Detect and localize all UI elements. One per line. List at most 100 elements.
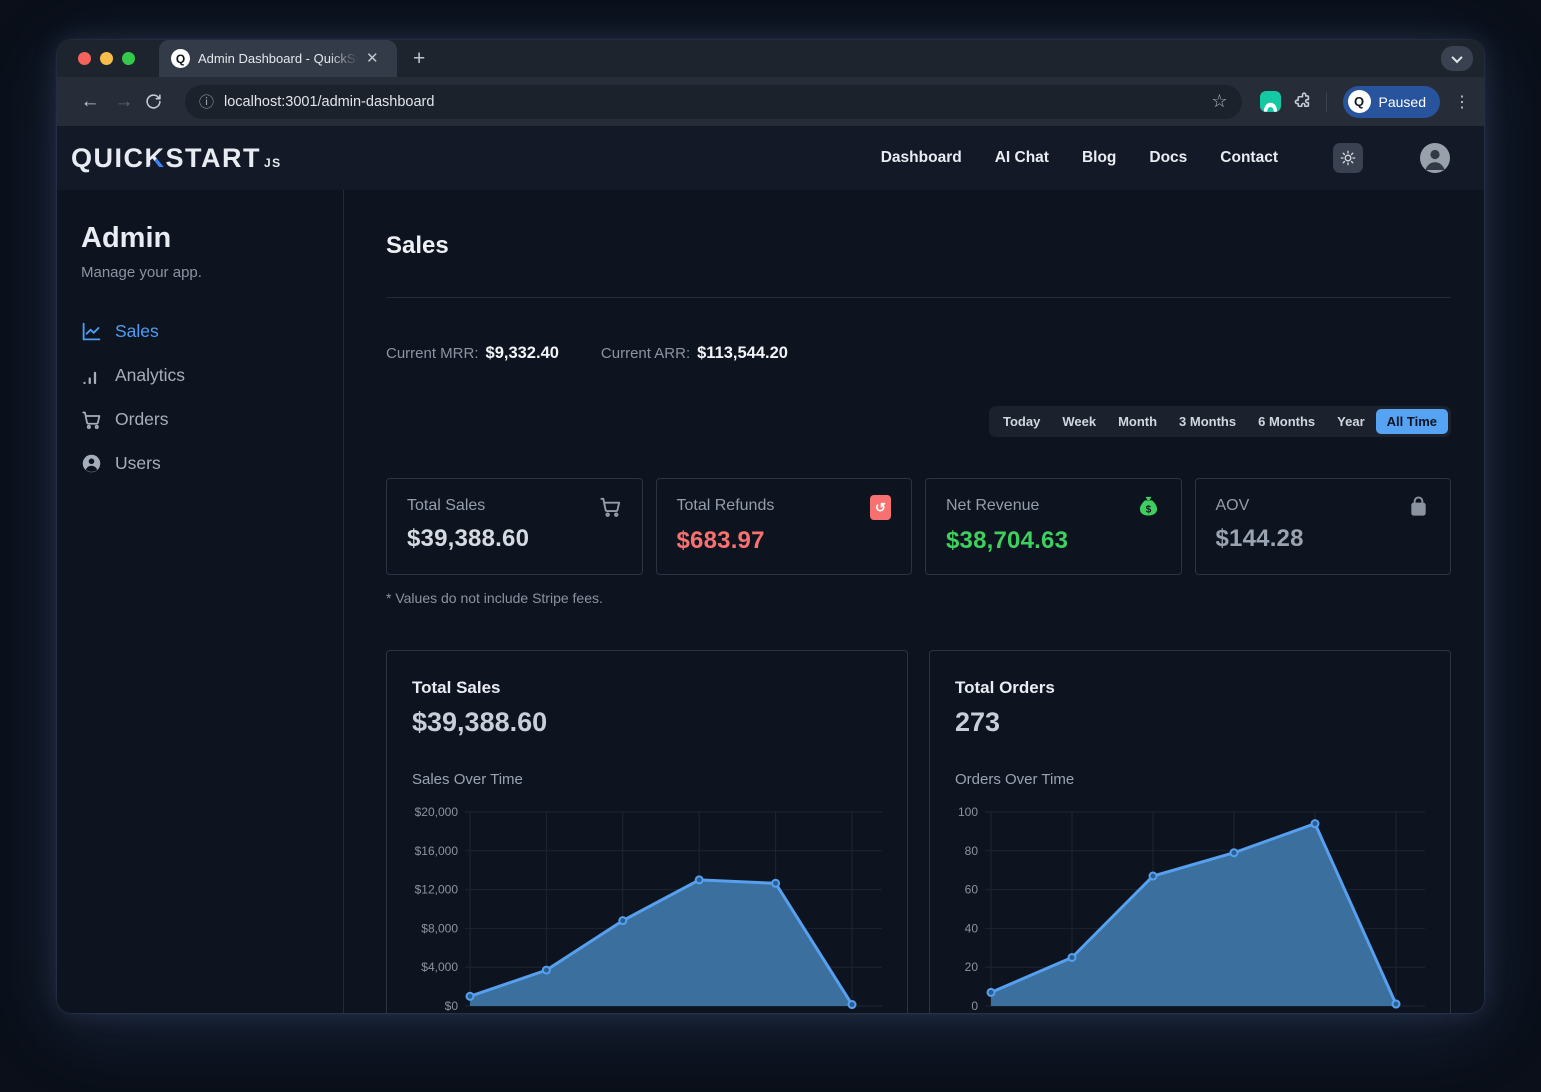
fullscreen-window-button[interactable] [122,52,135,65]
sidebar-item-analytics[interactable]: Analytics [81,365,343,386]
shopping-cart-icon [82,411,101,429]
range-tab-3-months[interactable]: 3 Months [1168,409,1247,434]
svg-text:100: 100 [958,805,978,819]
page-title: Sales [386,232,449,259]
nav-link-blog[interactable]: Blog [1082,149,1116,167]
sidebar-item-label: Sales [115,321,159,341]
arr-value: $113,544.20 [697,344,788,362]
main-content: Sales Current MRR: $9,332.40 Current ARR… [344,190,1484,1013]
nav-link-contact[interactable]: Contact [1220,149,1278,167]
sidebar-item-sales[interactable]: Sales [81,321,343,342]
url-bar[interactable]: ⓘ localhost:3001/admin-dashboard ☆ [185,84,1242,119]
top-nav: Dashboard AI Chat Blog Docs Contact [881,143,1450,173]
reload-button[interactable] [145,93,171,110]
sales-over-time-chart: $0 $4,000 $8,000 $12,000 $16,000 $20,000 [415,805,882,1013]
arr-metric: Current ARR: $113,544.20 [601,344,788,363]
forward-button[interactable]: → [111,91,137,113]
stat-label: AOV [1215,497,1250,514]
stat-value: $38,704.63 [946,527,1069,554]
shopping-bag-icon [1411,496,1426,516]
toolbar-divider [1325,91,1327,112]
mrr-value: $9,332.40 [485,344,559,362]
sidebar-item-users[interactable]: Users [81,453,343,474]
chart-title: Total Sales [412,678,501,697]
total-orders-chart-card: Total Orders 273 Orders Over Time 0 20 40 6… [929,650,1451,1013]
refund-icon: ↺ [870,495,891,520]
person-icon [1425,149,1445,170]
total-sales-chart-card: Total Sales $39,388.60 Sales Over Time $… [386,650,908,1013]
stats-grid: Total Sales $39,388.60 Total Refunds ↺ $… [386,478,1451,575]
site-logo[interactable]: QUIC K START JS [71,143,282,174]
user-circle-icon [82,454,101,473]
range-tab-year[interactable]: Year [1326,409,1375,434]
close-window-button[interactable] [78,52,91,65]
svg-text:60: 60 [965,883,979,897]
nav-link-docs[interactable]: Docs [1149,149,1187,167]
new-tab-button[interactable]: + [413,47,425,71]
stat-value: $144.28 [1215,525,1304,552]
browser-tab[interactable]: Q Admin Dashboard - QuickStart ✕ [159,40,397,77]
browser-window: Q Admin Dashboard - QuickStart ✕ + ← → ⓘ… [57,40,1484,1013]
extensions-puzzle-icon[interactable] [1293,92,1312,111]
profile-logo-icon: Q [1347,90,1371,113]
back-button[interactable]: ← [77,91,103,113]
svg-text:$16,000: $16,000 [415,844,459,858]
mrr-label: Current MRR: [386,345,479,362]
sidebar-subtitle: Manage your app. [81,264,202,281]
line-chart-icon [82,322,101,341]
sidebar-item-label: Users [115,453,161,473]
sidebar-title: Admin [81,222,172,254]
svg-text:$12,000: $12,000 [415,883,459,897]
tab-search-button[interactable] [1441,46,1473,71]
range-tab-today[interactable]: Today [992,409,1051,434]
profile-paused-button[interactable]: Q Paused [1342,85,1440,118]
logo-accent: K [144,142,166,173]
chart-total-value: 273 [955,707,1001,737]
time-range-tabs: Today Week Month 3 Months 6 Months Year … [989,406,1451,437]
range-tab-week[interactable]: Week [1051,409,1107,434]
sidebar-item-orders[interactable]: Orders [81,409,343,430]
browser-menu-icon[interactable]: ⋮ [1454,92,1470,112]
range-tab-all-time[interactable]: All Time [1375,409,1448,434]
nav-link-dashboard[interactable]: Dashboard [881,149,962,167]
app-body: Admin Manage your app. Sales Analytics O… [57,190,1484,1013]
user-avatar[interactable] [1420,143,1450,173]
svg-text:$4,000: $4,000 [421,960,458,974]
svg-text:$8,000: $8,000 [421,921,458,935]
vpn-extension-icon[interactable] [1259,91,1281,112]
svg-text:80: 80 [965,844,979,858]
recurring-revenue-row: Current MRR: $9,332.40 Current ARR: $113… [386,344,1451,363]
money-bag-icon: $ [1139,496,1157,516]
tab-close-icon[interactable]: ✕ [366,51,379,66]
chart-subtitle: Sales Over Time [412,771,523,788]
stat-card-net-revenue: Net Revenue $ $38,704.63 [925,478,1182,575]
stat-value: $39,388.60 [407,525,530,552]
theme-toggle-button[interactable] [1333,143,1363,173]
stat-label: Total Refunds [676,497,775,514]
bookmark-star-icon[interactable]: ☆ [1211,91,1227,112]
stripe-fees-footnote: * Values do not include Stripe fees. [386,590,603,606]
svg-text:0: 0 [971,999,978,1013]
svg-text:$0: $0 [445,999,459,1013]
chart-title: Total Orders [955,678,1055,697]
site-info-icon[interactable]: ⓘ [199,91,214,112]
range-tab-month[interactable]: Month [1107,409,1168,434]
nav-link-ai-chat[interactable]: AI Chat [995,149,1049,167]
logo-part2: START [165,142,261,173]
stat-label: Net Revenue [946,497,1040,514]
range-tab-6-months[interactable]: 6 Months [1247,409,1326,434]
tab-title: Admin Dashboard - QuickStart [198,51,358,66]
svg-text:40: 40 [965,921,979,935]
url-text[interactable]: localhost:3001/admin-dashboard [224,94,434,110]
minimize-window-button[interactable] [100,52,113,65]
paused-label: Paused [1378,93,1426,110]
stat-label: Total Sales [407,497,486,514]
window-controls [57,52,159,65]
browser-toolbar: ← → ⓘ localhost:3001/admin-dashboard ☆ Q… [57,77,1484,126]
chart-subtitle: Orders Over Time [955,771,1075,788]
chart-total-value: $39,388.60 [412,707,548,737]
sidebar-item-label: Analytics [115,365,186,385]
chevron-down-icon [1451,51,1463,63]
stat-card-total-sales: Total Sales $39,388.60 [386,478,643,575]
svg-text:20: 20 [965,960,979,974]
